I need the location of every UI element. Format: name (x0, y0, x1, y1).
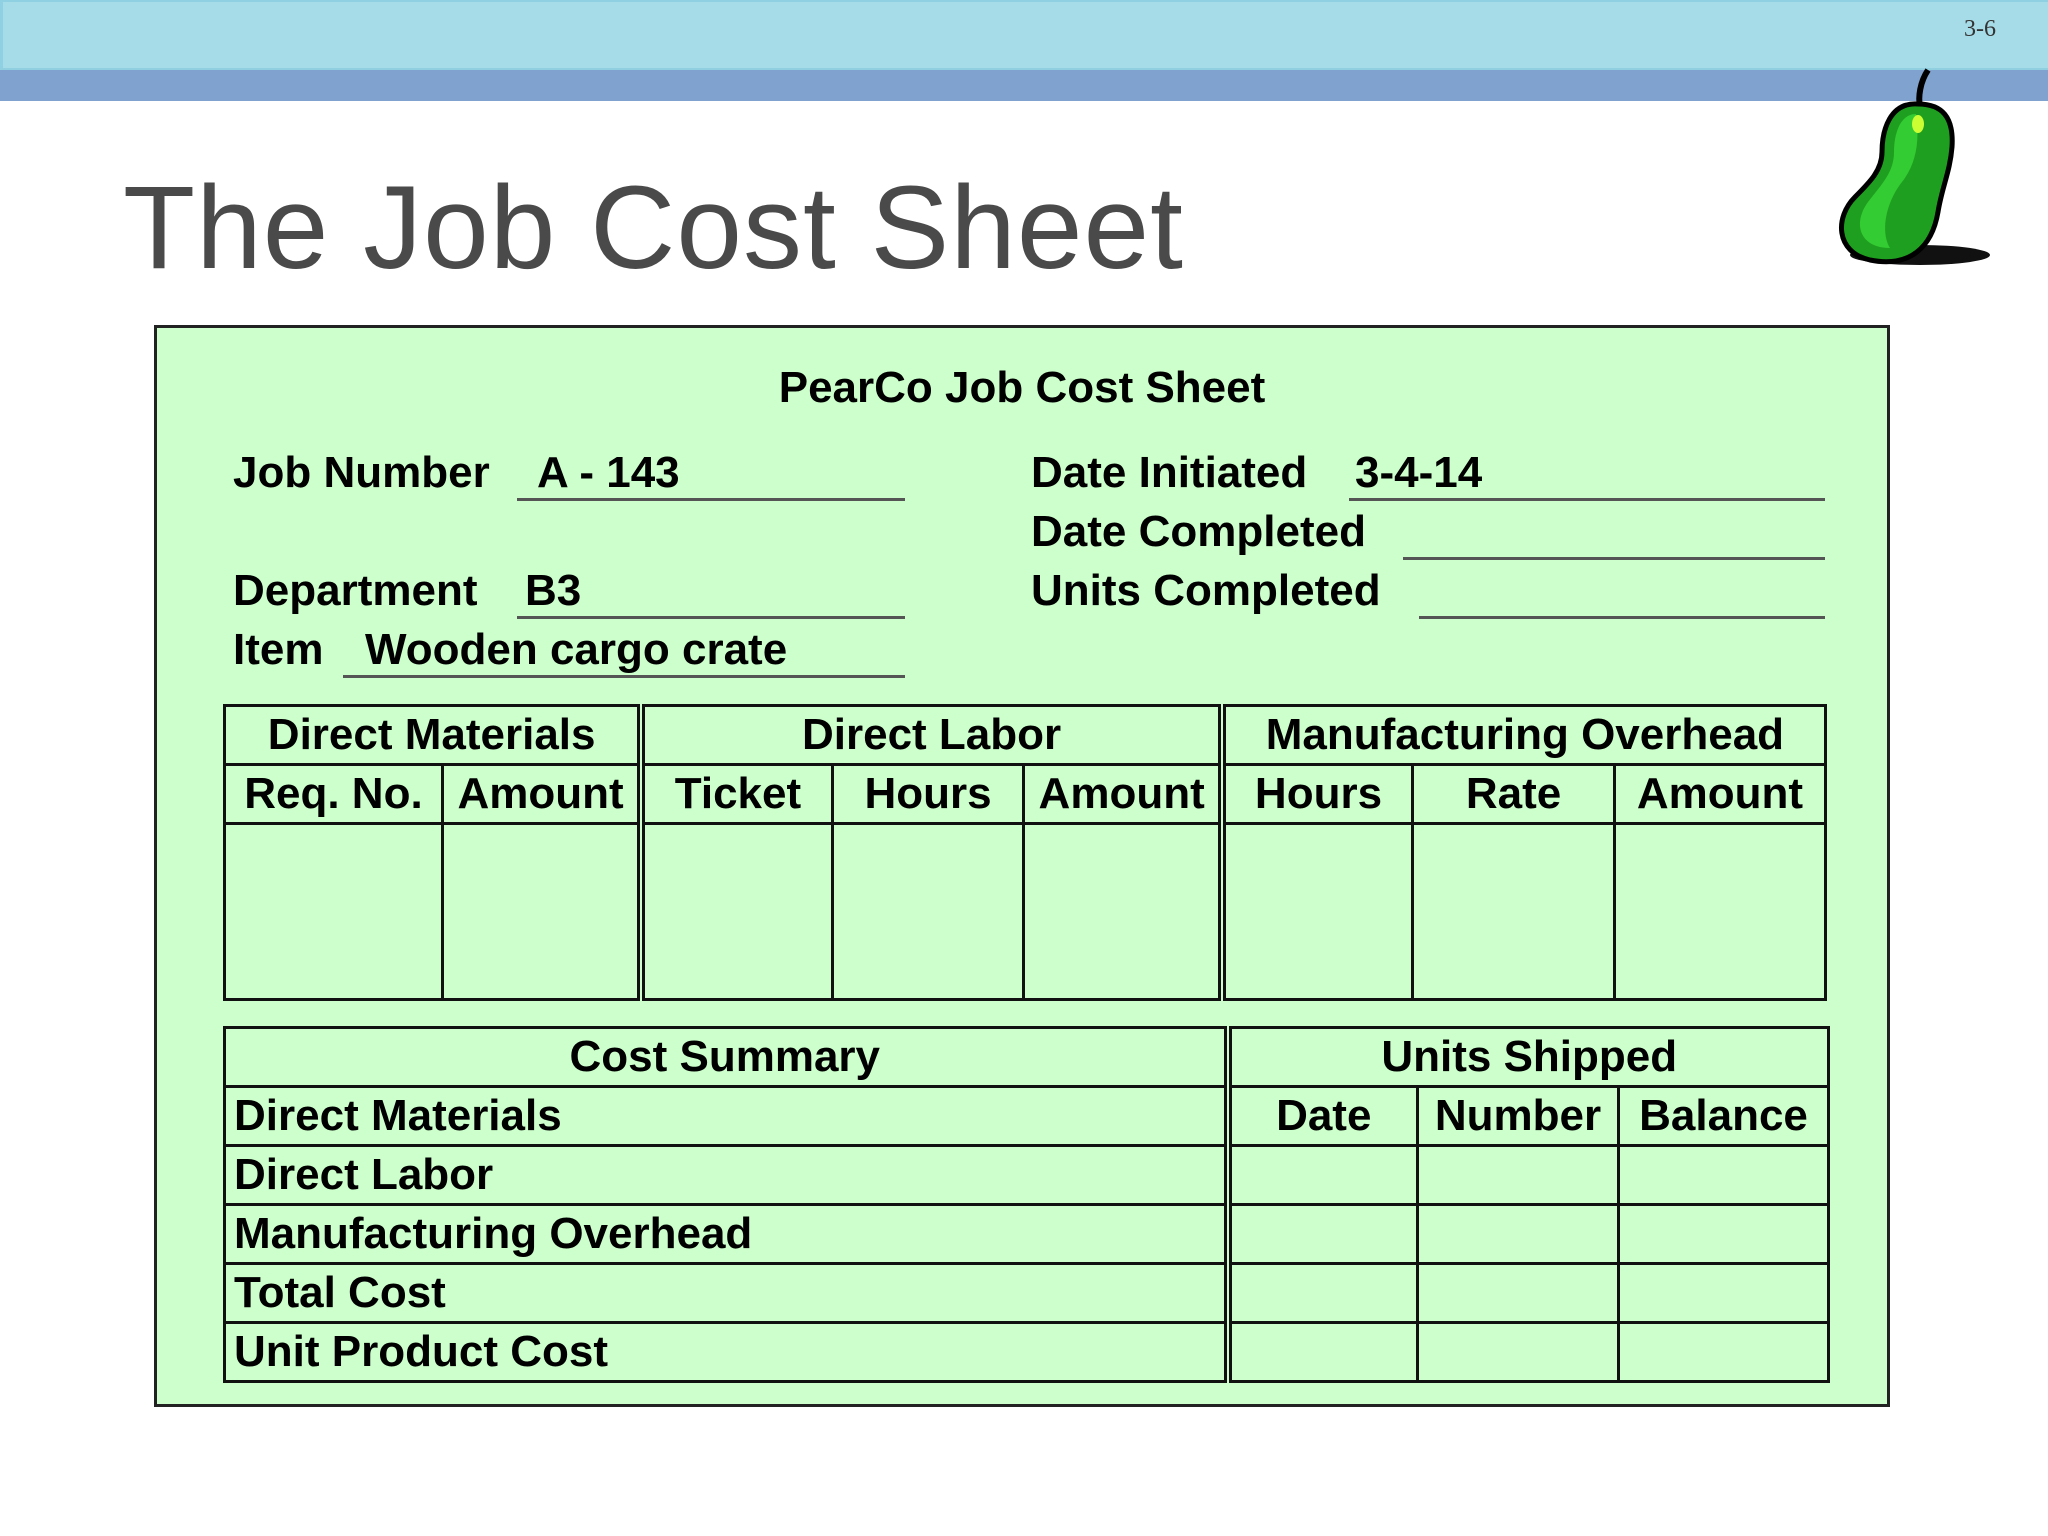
blank-cell (1223, 1321, 1419, 1383)
units-completed-line (1419, 616, 1825, 619)
table-row: Unit Product Cost (223, 1321, 1831, 1383)
direct-labor-group-header: Direct Labor (637, 704, 1224, 766)
item-value: Wooden cargo crate (365, 625, 788, 674)
units-shipped-header: Units Shipped (1223, 1026, 1831, 1088)
blank-cell (1616, 1321, 1831, 1383)
department-label: Department (233, 566, 478, 615)
blank-cell (1223, 1203, 1419, 1265)
column-header: Amount (1022, 763, 1224, 825)
job-number-label: Job Number (233, 448, 490, 497)
column-header: Hours (830, 763, 1026, 825)
item-label: Item (233, 625, 324, 674)
blank-cell (440, 822, 643, 1001)
column-header: Amount (1613, 763, 1827, 825)
column-header: Req. No. (223, 763, 444, 825)
blank-cell (1022, 822, 1224, 1001)
job-number-value: A - 143 (537, 448, 680, 497)
date-initiated-value: 3-4-14 (1355, 448, 1483, 497)
table-row: Manufacturing Overhead (223, 1203, 1831, 1265)
top-banner (0, 0, 2048, 70)
blank-cell (1416, 1262, 1620, 1324)
blank-cell (1416, 1321, 1620, 1383)
column-header: Rate (1411, 763, 1616, 825)
blank-cell (1616, 1203, 1831, 1265)
item-line (343, 675, 905, 678)
summary-row-label: Direct Labor (223, 1144, 1229, 1206)
column-header: Date (1223, 1085, 1419, 1147)
column-header: Balance (1616, 1085, 1831, 1147)
column-header: Amount (440, 763, 643, 825)
units-completed-label: Units Completed (1031, 566, 1381, 615)
date-initiated-label: Date Initiated (1031, 448, 1308, 497)
summary-row-label: Direct Materials (223, 1085, 1229, 1147)
table-row (223, 822, 1827, 1001)
column-header: Hours (1217, 763, 1415, 825)
job-number-line (517, 498, 905, 501)
blank-cell (1613, 822, 1827, 1001)
date-completed-label: Date Completed (1031, 507, 1366, 556)
blank-cell (1411, 822, 1616, 1001)
department-line (517, 616, 905, 619)
blank-cell (1217, 822, 1415, 1001)
accent-bar (0, 70, 2048, 101)
date-completed-line (1403, 557, 1825, 560)
blank-cell (1416, 1144, 1620, 1206)
blank-cell (223, 822, 444, 1001)
pear-logo-icon (1839, 68, 1990, 265)
department-value: B3 (525, 566, 582, 615)
cost-detail-table: Direct Materials Direct Labor Manufactur… (223, 704, 1827, 1001)
blank-cell (1416, 1203, 1620, 1265)
column-header: Ticket (637, 763, 834, 825)
blank-cell (1223, 1262, 1419, 1324)
cost-summary-table: Cost Summary Units Shipped Direct Materi… (223, 1026, 1831, 1383)
summary-row-label: Unit Product Cost (223, 1321, 1229, 1383)
table-row: Total Cost (223, 1262, 1831, 1324)
blank-cell (637, 822, 834, 1001)
manufacturing-overhead-group-header: Manufacturing Overhead (1217, 704, 1827, 766)
job-cost-sheet: PearCo Job Cost Sheet Job Number A - 143… (154, 325, 1890, 1407)
table-row: Direct Materials Date Number Balance (223, 1085, 1831, 1147)
cost-summary-header: Cost Summary (223, 1026, 1229, 1088)
blank-cell (1616, 1262, 1831, 1324)
slide-number: 3-6 (1964, 16, 1996, 42)
summary-row-label: Manufacturing Overhead (223, 1203, 1229, 1265)
direct-materials-group-header: Direct Materials (223, 704, 643, 766)
blank-cell (830, 822, 1026, 1001)
sheet-title: PearCo Job Cost Sheet (778, 363, 1266, 412)
table-row: Direct Labor (223, 1144, 1831, 1206)
column-header: Number (1416, 1085, 1620, 1147)
slide-title: The Job Cost Sheet (123, 162, 1184, 294)
blank-cell (1616, 1144, 1831, 1206)
summary-row-label: Total Cost (223, 1262, 1229, 1324)
date-initiated-line (1349, 498, 1825, 501)
blank-cell (1223, 1144, 1419, 1206)
